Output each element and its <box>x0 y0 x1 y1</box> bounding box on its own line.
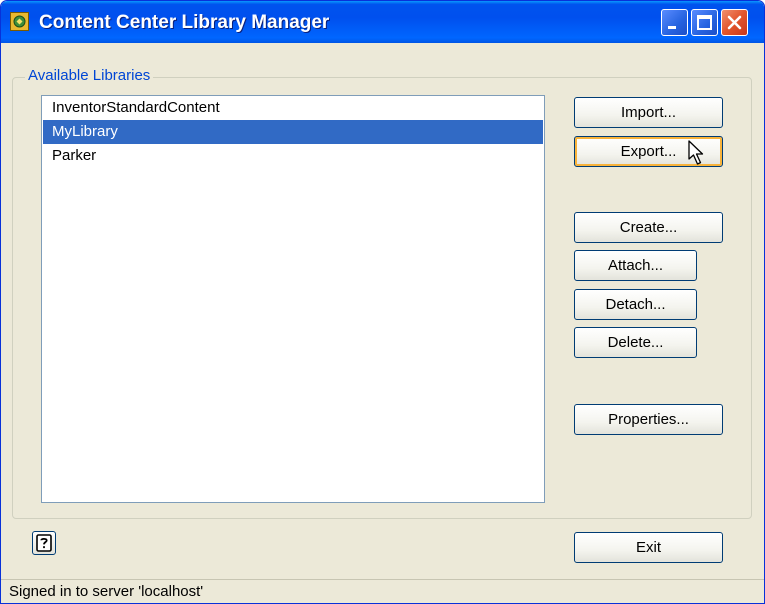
status-bar: Signed in to server 'localhost' <box>1 579 764 603</box>
help-icon <box>36 534 52 552</box>
attach-button[interactable]: Attach... <box>574 250 697 281</box>
list-item[interactable]: InventorStandardContent <box>43 96 543 120</box>
properties-button[interactable]: Properties... <box>574 404 723 435</box>
window-title: Content Center Library Manager <box>39 12 330 33</box>
list-item[interactable]: MyLibrary <box>43 120 543 144</box>
libraries-listbox[interactable]: InventorStandardContent MyLibrary Parker <box>41 95 545 503</box>
mouse-pointer-icon <box>688 140 704 165</box>
help-button[interactable] <box>32 531 56 555</box>
title-bar[interactable]: Content Center Library Manager <box>1 1 764 43</box>
exit-button[interactable]: Exit <box>574 532 723 563</box>
create-button[interactable]: Create... <box>574 212 723 243</box>
close-icon[interactable] <box>721 9 748 36</box>
available-libraries-label: Available Libraries <box>25 67 154 84</box>
list-item[interactable]: Parker <box>43 144 543 168</box>
status-text: Signed in to server 'localhost' <box>9 583 204 600</box>
library-manager-window: Content Center Library Manager Available… <box>0 0 765 604</box>
detach-button[interactable]: Detach... <box>574 289 697 320</box>
import-button[interactable]: Import... <box>574 97 723 128</box>
library-app-icon <box>10 12 29 31</box>
minimize-icon[interactable] <box>661 9 688 36</box>
maximize-icon[interactable] <box>691 9 718 36</box>
delete-button[interactable]: Delete... <box>574 327 697 358</box>
